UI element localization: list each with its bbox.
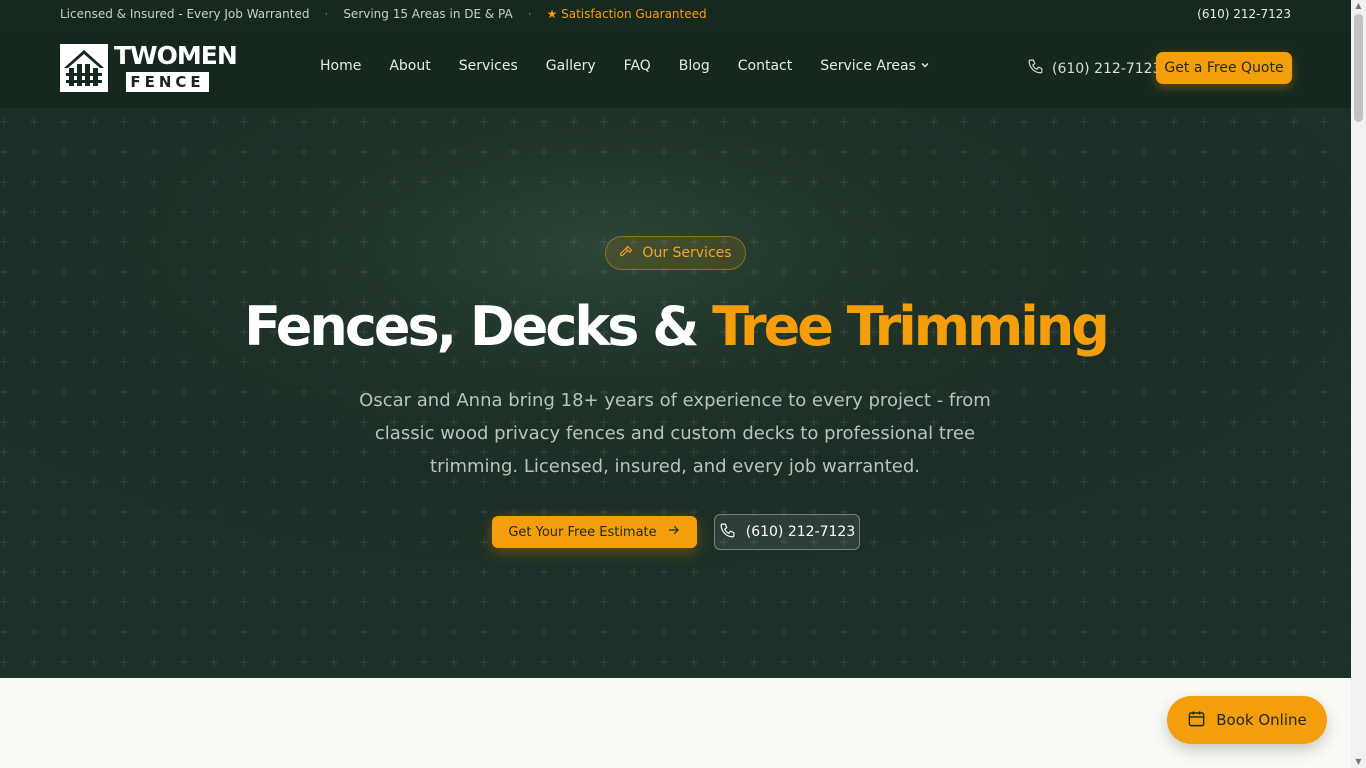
hero-phone-button[interactable]: (610) 212-7123 [714, 514, 860, 550]
hero-title: Fences, Decks & Tree Trimming [0, 292, 1351, 362]
book-online-button[interactable]: Book Online [1167, 696, 1327, 744]
top-info-left: Licensed & Insured - Every Job Warranted… [60, 7, 707, 21]
scroll-up-arrow-icon[interactable]: ▲ [1354, 2, 1363, 10]
logo-wordmark-top: TWOMEN [114, 41, 238, 70]
get-free-quote-button[interactable]: Get a Free Quote [1156, 52, 1292, 84]
page: Licensed & Insured - Every Job Warranted… [0, 0, 1366, 768]
chevron-down-icon [920, 60, 930, 73]
free-estimate-label: Get Your Free Estimate [508, 524, 657, 540]
header-phone-link[interactable]: (610) 212-7123 [1027, 58, 1162, 79]
hero-title-accent: Tree Trimming [712, 295, 1110, 358]
free-estimate-button[interactable]: Get Your Free Estimate [492, 516, 697, 548]
nav-item-about[interactable]: About [389, 58, 430, 74]
fence-house-logo-icon [60, 44, 108, 92]
main-nav: Home About Services Gallery FAQ Blog Con… [320, 58, 958, 74]
hero-subtitle: Oscar and Anna bring 18+ years of experi… [359, 390, 991, 477]
our-services-label: Our Services [642, 245, 732, 261]
nav-item-home[interactable]: Home [320, 58, 361, 74]
nav-item-services[interactable]: Services [459, 58, 518, 74]
nav-item-service-areas[interactable]: Service Areas [820, 58, 930, 74]
hammer-icon [619, 244, 634, 263]
serving-areas-text: Serving 15 Areas in DE & PA [343, 7, 513, 21]
hero-section: Our Services Fences, Decks & Tree Trimmi… [0, 108, 1351, 678]
nav-item-service-areas-label: Service Areas [820, 58, 916, 74]
site-header: TWOMEN FENCE Home About Services Gallery… [0, 28, 1351, 108]
hero-phone-number: (610) 212-7123 [745, 524, 856, 540]
scrollbar-thumb[interactable] [1354, 14, 1363, 122]
phone-icon [719, 522, 736, 543]
separator: · [324, 7, 329, 21]
satisfaction-text: ★ Satisfaction Guaranteed [546, 7, 707, 21]
calendar-icon [1187, 709, 1206, 732]
hero-title-main: Fences, Decks & [244, 295, 713, 358]
nav-item-contact[interactable]: Contact [738, 58, 792, 74]
logo[interactable]: TWOMEN FENCE [60, 42, 238, 92]
content-section [0, 678, 1351, 768]
nav-item-gallery[interactable]: Gallery [546, 58, 596, 74]
licensed-text: Licensed & Insured - Every Job Warranted [60, 7, 310, 21]
top-phone-link[interactable]: (610) 212-7123 [1197, 7, 1291, 21]
nav-item-blog[interactable]: Blog [679, 58, 710, 74]
our-services-badge: Our Services [605, 236, 746, 270]
book-online-label: Book Online [1216, 711, 1307, 729]
vertical-scrollbar[interactable]: ▲ ▼ [1351, 0, 1366, 768]
header-phone-number: (610) 212-7123 [1052, 60, 1162, 77]
scroll-down-arrow-icon[interactable]: ▼ [1354, 758, 1363, 766]
top-info-bar: Licensed & Insured - Every Job Warranted… [0, 0, 1351, 28]
nav-item-faq[interactable]: FAQ [624, 58, 651, 74]
logo-wordmark-bottom: FENCE [126, 72, 209, 92]
arrow-right-icon [667, 523, 681, 541]
separator: · [527, 7, 532, 21]
phone-icon [1027, 58, 1044, 79]
